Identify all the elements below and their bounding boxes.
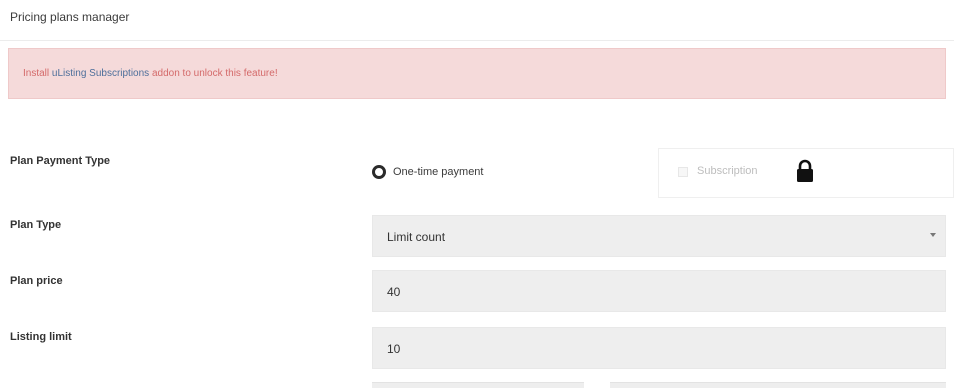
- page-header: Pricing plans manager: [0, 0, 954, 41]
- lock-icon: [797, 159, 813, 182]
- subscriptions-addon-link[interactable]: uListing Subscriptions: [52, 68, 149, 79]
- subscription-checkbox[interactable]: [678, 167, 688, 177]
- one-time-payment-option[interactable]: One-time payment: [372, 165, 483, 179]
- listing-limit-value: 10: [387, 342, 401, 356]
- page-title: Pricing plans manager: [10, 10, 130, 24]
- subscription-option[interactable]: Subscription: [658, 148, 954, 198]
- notice-message: Install uListing Subscriptions addon to …: [23, 68, 278, 79]
- unlock-feature-notice: Install uListing Subscriptions addon to …: [8, 48, 946, 99]
- plan-type-label: Plan Type: [10, 219, 62, 231]
- one-time-payment-label: One-time payment: [393, 166, 484, 178]
- plan-payment-type-label: Plan Payment Type: [10, 155, 111, 167]
- next-left-field[interactable]: [372, 382, 584, 388]
- next-right-field[interactable]: [610, 382, 946, 388]
- listing-limit-input[interactable]: 10: [372, 327, 946, 369]
- one-time-payment-radio[interactable]: [372, 165, 386, 179]
- notice-suffix: addon to unlock this feature!: [149, 68, 278, 79]
- plan-price-input[interactable]: 40: [372, 270, 946, 312]
- notice-prefix: Install: [23, 68, 52, 79]
- caret-down-icon[interactable]: [930, 233, 936, 237]
- plan-type-select[interactable]: Limit count: [372, 215, 946, 257]
- plan-price-label: Plan price: [10, 275, 63, 287]
- subscription-label: Subscription: [697, 165, 758, 177]
- plan-type-value: Limit count: [387, 230, 446, 244]
- listing-limit-label: Listing limit: [10, 331, 72, 343]
- plan-price-value: 40: [387, 285, 401, 299]
